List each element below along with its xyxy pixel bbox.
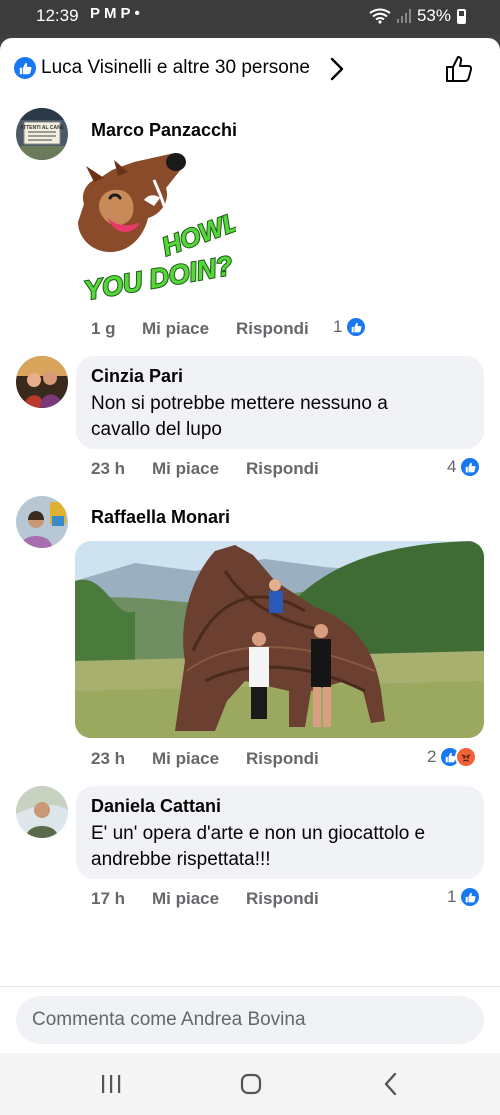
reaction-count: 2 — [427, 747, 437, 766]
reply-button[interactable]: Rispondi — [246, 749, 319, 769]
home-icon[interactable] — [237, 1070, 265, 1098]
reaction-count: 4 — [447, 457, 457, 476]
reply-button[interactable]: Rispondi — [246, 889, 319, 909]
comment-author[interactable]: Raffaella Monari — [91, 507, 230, 528]
reaction-count: 1 — [333, 317, 343, 336]
comment-time: 1 g — [91, 319, 116, 338]
wifi-icon — [369, 8, 391, 24]
angry-reaction-icon — [455, 746, 478, 768]
battery-percent: 53% — [416, 6, 451, 25]
like-comment-button[interactable]: Mi piace — [142, 319, 209, 339]
recent-apps-icon[interactable] — [97, 1070, 125, 1098]
avatar-sign-text: ATTENTI AL CANE — [20, 125, 65, 131]
howl-sticker: HOWL YOU DOIN? — [74, 152, 244, 308]
comment-time: 17 h — [91, 889, 126, 908]
avatar-daniela-cattani[interactable] — [16, 786, 68, 838]
comment-reactions[interactable]: 1 — [333, 316, 368, 338]
back-icon[interactable] — [377, 1070, 405, 1098]
reactions-header[interactable]: Luca Visinelli e altre 30 persone — [0, 38, 500, 100]
comment-time: 23 h — [91, 459, 126, 478]
comment-reactions[interactable]: 2 — [427, 746, 478, 768]
like-comment-button[interactable]: Mi piace — [152, 889, 219, 909]
status-bar: 12:39 PMP• 53% — [0, 0, 500, 34]
signal-icon — [396, 9, 411, 23]
like-outline-icon[interactable] — [444, 54, 474, 84]
comment-photo[interactable] — [75, 541, 484, 738]
reaction-count: 1 — [447, 887, 457, 906]
like-reaction-icon — [459, 456, 482, 478]
comment-author[interactable]: Daniela Cattani — [91, 796, 221, 817]
like-comment-button[interactable]: Mi piace — [152, 749, 219, 769]
reactors-text[interactable]: Luca Visinelli e altre 30 persone — [41, 57, 310, 79]
status-time: 12:39 — [36, 6, 79, 25]
comment-input[interactable] — [16, 996, 484, 1044]
comments-sheet: Luca Visinelli e altre 30 persone ATTENT… — [0, 38, 500, 1053]
comment-text: Non si potrebbe mettere nessuno a cavall… — [91, 393, 388, 440]
android-nav-bar — [0, 1053, 500, 1115]
comment-reactions[interactable]: 4 — [447, 456, 482, 478]
avatar-raffaella-monari[interactable] — [16, 496, 68, 548]
comment-text: E' un' opera d'arte e non un giocattolo … — [91, 823, 426, 870]
avatar-marco-panzacchi[interactable]: ATTENTI AL CANE — [16, 108, 68, 160]
comment-reactions[interactable]: 1 — [447, 886, 482, 908]
sticker-text-you-doin: YOU DOIN? — [82, 250, 235, 306]
comment-composer — [0, 986, 500, 1053]
comment-time: 23 h — [91, 749, 126, 768]
reply-button[interactable]: Rispondi — [236, 319, 309, 339]
like-reaction-icon — [14, 57, 36, 79]
like-reaction-icon — [345, 316, 368, 338]
like-reaction-icon — [459, 886, 482, 908]
notification-icons: PMP• — [90, 5, 144, 22]
comment-author[interactable]: Marco Panzacchi — [91, 120, 237, 141]
battery-icon — [457, 8, 466, 24]
reply-button[interactable]: Rispondi — [246, 459, 319, 479]
avatar-cinzia-pari[interactable] — [16, 356, 68, 408]
like-comment-button[interactable]: Mi piace — [152, 459, 219, 479]
chevron-right-icon[interactable] — [326, 56, 348, 82]
comment-author[interactable]: Cinzia Pari — [91, 366, 183, 387]
